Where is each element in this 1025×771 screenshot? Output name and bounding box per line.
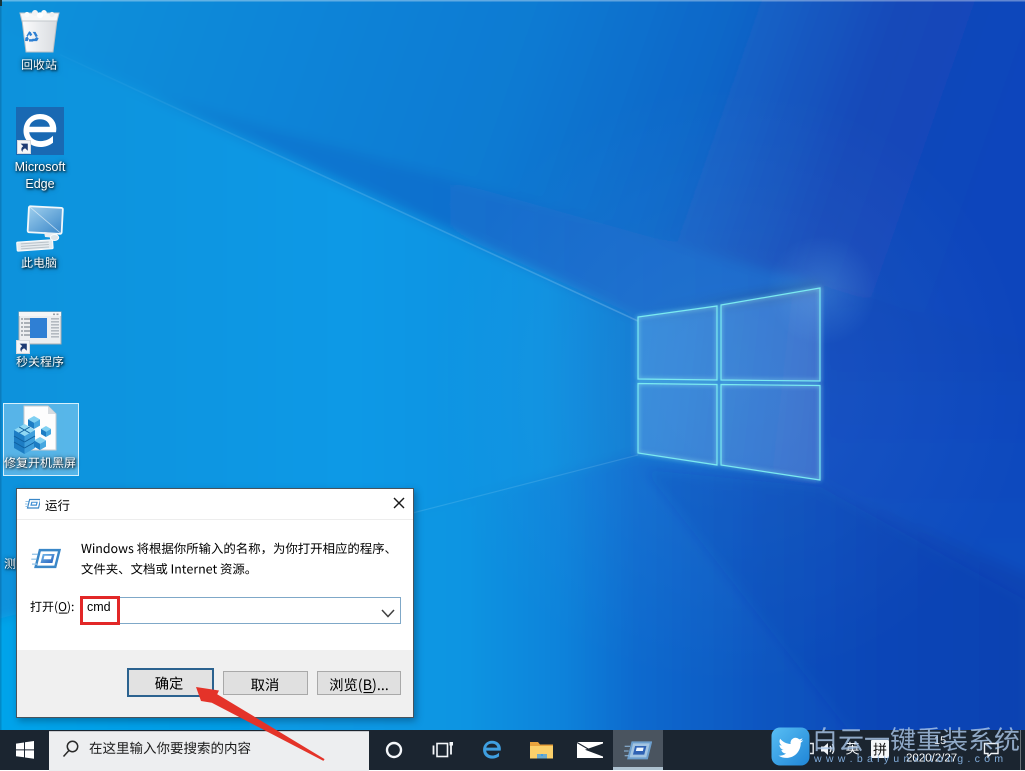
svg-text:Edge: Edge [25,177,54,191]
svg-text:Microsoft: Microsoft [15,160,66,174]
